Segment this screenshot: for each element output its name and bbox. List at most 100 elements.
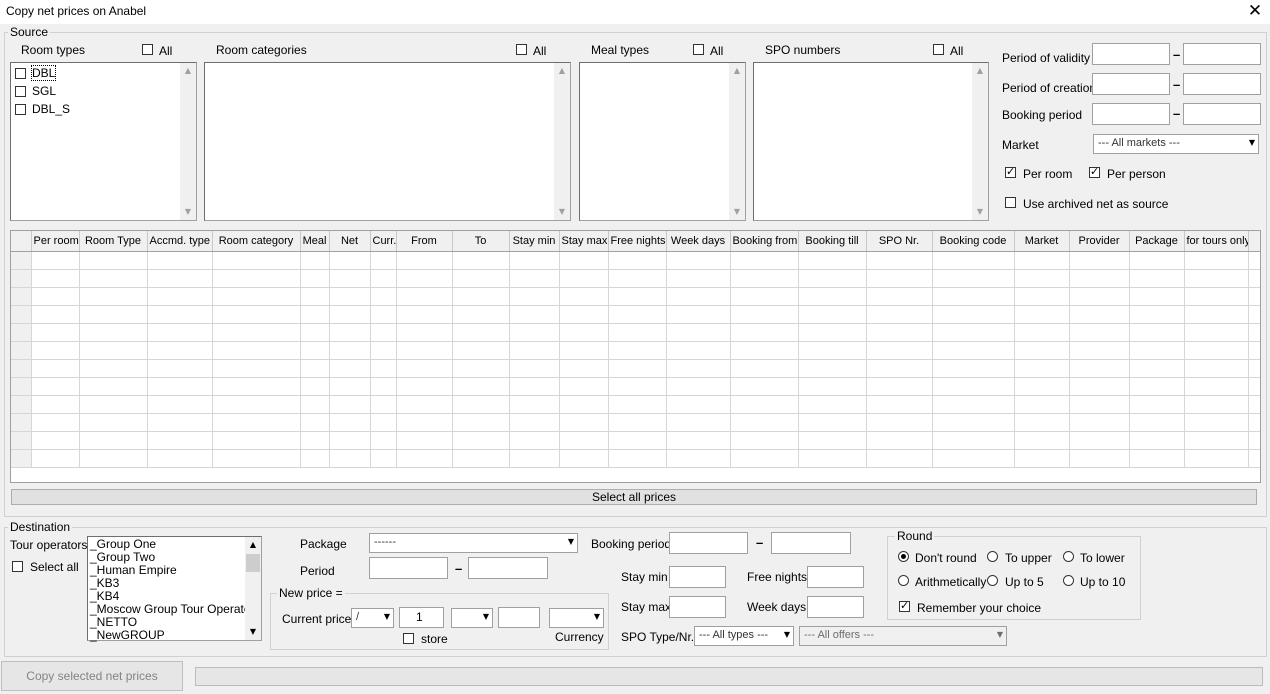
table-cell[interactable] bbox=[1069, 341, 1130, 360]
table-cell[interactable] bbox=[932, 251, 1015, 270]
table-cell[interactable] bbox=[1184, 323, 1249, 342]
column-header[interactable] bbox=[1248, 231, 1260, 252]
room-categories-list[interactable]: ▲ ▼ bbox=[204, 62, 571, 221]
scroll-down-icon[interactable]: ▼ bbox=[554, 204, 570, 220]
table-cell[interactable] bbox=[1184, 341, 1249, 360]
table-row[interactable] bbox=[11, 341, 1260, 360]
table-cell[interactable] bbox=[300, 323, 330, 342]
table-cell[interactable] bbox=[396, 269, 453, 288]
table-cell[interactable] bbox=[1184, 413, 1249, 432]
table-row[interactable] bbox=[11, 251, 1260, 270]
table-cell[interactable] bbox=[370, 395, 397, 414]
table-cell[interactable] bbox=[212, 323, 301, 342]
table-cell[interactable] bbox=[666, 323, 731, 342]
scroll-down-icon[interactable]: ▼ bbox=[245, 624, 261, 640]
prices-grid[interactable]: Per room Room Type Accmd. type Room categor… bbox=[10, 230, 1261, 483]
table-cell[interactable] bbox=[932, 431, 1015, 450]
table-cell[interactable] bbox=[370, 287, 397, 306]
table-cell[interactable] bbox=[31, 287, 80, 306]
table-cell[interactable] bbox=[608, 413, 667, 432]
table-cell[interactable] bbox=[1014, 431, 1070, 450]
factor-field[interactable]: 1 bbox=[399, 607, 444, 628]
table-cell[interactable] bbox=[1248, 269, 1260, 288]
table-cell[interactable] bbox=[329, 323, 371, 342]
dont-round-radio[interactable] bbox=[898, 551, 909, 562]
room-type-item[interactable]: DBL bbox=[15, 64, 57, 82]
table-cell[interactable] bbox=[730, 431, 799, 450]
table-cell[interactable] bbox=[1014, 341, 1070, 360]
table-cell[interactable] bbox=[79, 431, 148, 450]
table-cell[interactable] bbox=[730, 251, 799, 270]
table-cell[interactable] bbox=[329, 413, 371, 432]
column-header[interactable]: Stay max bbox=[559, 231, 609, 252]
row-indicator[interactable] bbox=[11, 431, 32, 450]
table-cell[interactable] bbox=[1184, 251, 1249, 270]
table-cell[interactable] bbox=[1069, 359, 1130, 378]
room-type-checkbox[interactable] bbox=[15, 85, 26, 97]
table-cell[interactable] bbox=[212, 413, 301, 432]
table-cell[interactable] bbox=[666, 305, 731, 324]
dest-booking-from-field[interactable] bbox=[669, 532, 748, 554]
table-cell[interactable] bbox=[370, 305, 397, 324]
table-cell[interactable] bbox=[559, 305, 609, 324]
table-cell[interactable] bbox=[730, 377, 799, 396]
table-cell[interactable] bbox=[932, 395, 1015, 414]
table-cell[interactable] bbox=[798, 431, 867, 450]
table-cell[interactable] bbox=[730, 269, 799, 288]
column-header[interactable]: Package bbox=[1129, 231, 1185, 252]
scroll-up-icon[interactable]: ▲ bbox=[554, 63, 570, 79]
column-header[interactable]: Accmd. type bbox=[147, 231, 213, 252]
table-cell[interactable] bbox=[396, 251, 453, 270]
column-header[interactable]: Week days bbox=[666, 231, 731, 252]
table-cell[interactable] bbox=[866, 287, 933, 306]
table-cell[interactable] bbox=[1069, 269, 1130, 288]
table-cell[interactable] bbox=[370, 377, 397, 396]
meal-types-scrollbar[interactable]: ▲ ▼ bbox=[729, 63, 745, 220]
table-cell[interactable] bbox=[1069, 377, 1130, 396]
table-cell[interactable] bbox=[559, 251, 609, 270]
list-item[interactable]: _NewGROUP bbox=[88, 629, 245, 642]
table-cell[interactable] bbox=[147, 341, 213, 360]
table-cell[interactable] bbox=[147, 413, 213, 432]
package-dropdown[interactable]: ------ ▼ bbox=[369, 533, 578, 553]
operator-dropdown[interactable]: / ▼ bbox=[351, 608, 394, 628]
validity-from-field[interactable] bbox=[1092, 43, 1170, 65]
table-cell[interactable] bbox=[300, 413, 330, 432]
table-cell[interactable] bbox=[866, 269, 933, 288]
table-cell[interactable] bbox=[932, 413, 1015, 432]
table-cell[interactable] bbox=[31, 395, 80, 414]
table-cell[interactable] bbox=[212, 377, 301, 396]
table-cell[interactable] bbox=[147, 323, 213, 342]
table-cell[interactable] bbox=[866, 377, 933, 396]
table-cell[interactable] bbox=[730, 287, 799, 306]
table-cell[interactable] bbox=[370, 341, 397, 360]
table-cell[interactable] bbox=[452, 395, 510, 414]
table-cell[interactable] bbox=[452, 449, 510, 468]
table-cell[interactable] bbox=[1014, 287, 1070, 306]
column-header[interactable]: SPO Nr. bbox=[866, 231, 933, 252]
row-indicator[interactable] bbox=[11, 377, 32, 396]
table-cell[interactable] bbox=[666, 287, 731, 306]
row-indicator[interactable] bbox=[11, 323, 32, 342]
column-header[interactable]: Booking till bbox=[798, 231, 867, 252]
table-cell[interactable] bbox=[1129, 269, 1185, 288]
table-cell[interactable] bbox=[509, 341, 560, 360]
table-cell[interactable] bbox=[932, 269, 1015, 288]
table-cell[interactable] bbox=[370, 269, 397, 288]
table-cell[interactable] bbox=[452, 413, 510, 432]
table-cell[interactable] bbox=[300, 251, 330, 270]
table-cell[interactable] bbox=[79, 251, 148, 270]
close-icon[interactable]: ✕ bbox=[1246, 1, 1264, 21]
table-cell[interactable] bbox=[798, 269, 867, 288]
spo-type-dropdown[interactable]: --- All types --- ▼ bbox=[694, 626, 794, 646]
table-cell[interactable] bbox=[866, 305, 933, 324]
table-cell[interactable] bbox=[452, 341, 510, 360]
table-cell[interactable] bbox=[212, 431, 301, 450]
table-cell[interactable] bbox=[559, 323, 609, 342]
table-cell[interactable] bbox=[79, 413, 148, 432]
table-cell[interactable] bbox=[798, 305, 867, 324]
row-indicator[interactable] bbox=[11, 287, 32, 306]
table-cell[interactable] bbox=[666, 449, 731, 468]
creation-to-field[interactable] bbox=[1183, 73, 1261, 95]
table-cell[interactable] bbox=[212, 359, 301, 378]
